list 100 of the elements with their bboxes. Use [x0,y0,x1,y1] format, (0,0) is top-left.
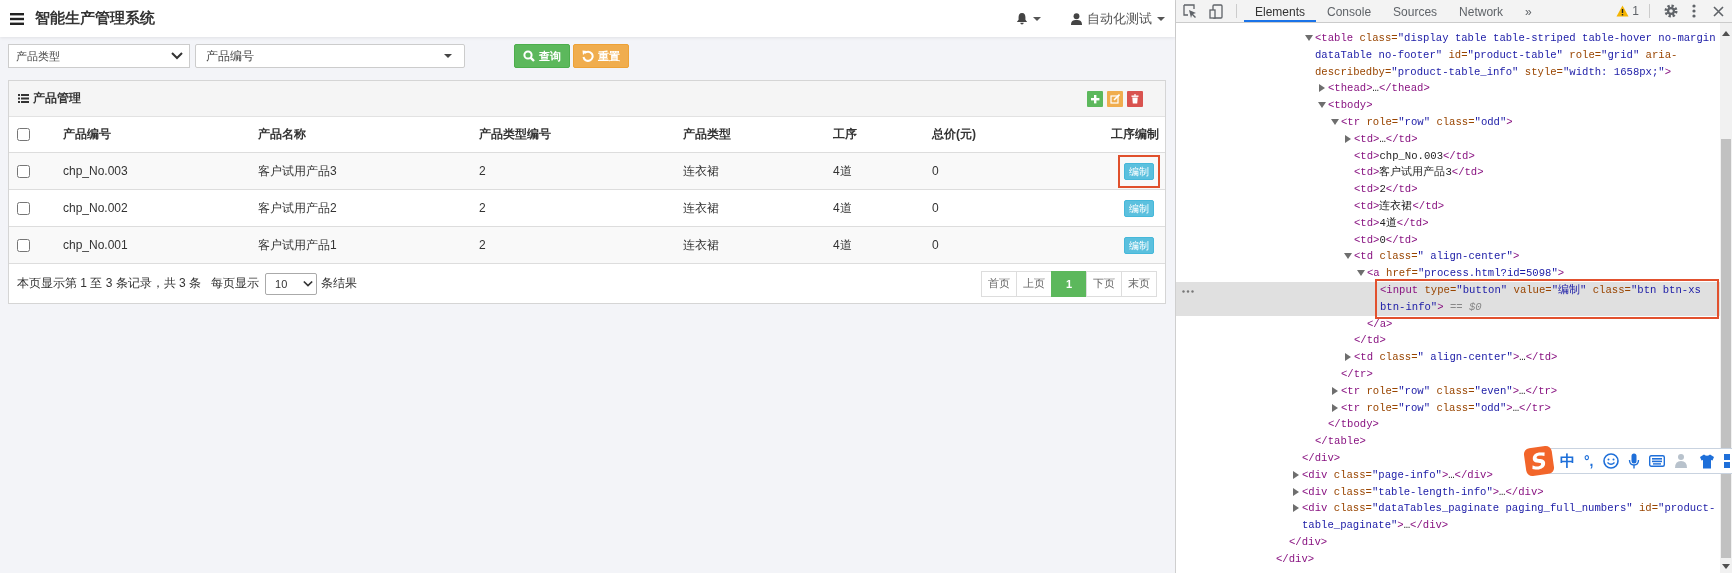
scroll-up-icon[interactable] [1722,31,1730,36]
user-icon [1071,12,1082,25]
devtools-tab[interactable]: Elements [1244,0,1317,22]
page-button[interactable]: 上页 [1016,270,1052,297]
checkbox[interactable] [17,164,30,178]
table-row[interactable]: chp_No.001 客户试用产品1 2 连衣裙 4道 0 编制 [9,227,1165,264]
table-cell-text: 0 [931,164,940,178]
code-line[interactable]: <tbody> [1328,97,1373,114]
punctuation-toggle[interactable]: °, [1584,453,1594,469]
code-line[interactable]: <td>chp_No.003</td> [1354,147,1475,165]
warning-icon[interactable] [1616,5,1630,17]
code-line: </div> [1276,551,1315,567]
more-menu-icon[interactable] [1692,4,1696,18]
expand-triangle-icon[interactable] [1331,386,1339,395]
table-cell-text: 2 [478,238,487,252]
code-line[interactable]: <tr role="row" class="odd"> [1341,114,1513,131]
code-line: </tbody> [1328,417,1379,433]
table-cell-text: chp_No.003 [62,164,129,178]
code-line[interactable]: <td>4道</td> [1354,214,1429,232]
page-size-select[interactable]: 10 [265,272,318,295]
keyboard-icon[interactable] [1648,455,1665,467]
collapse-triangle-icon[interactable] [1357,269,1365,278]
more-tabs-button[interactable]: » [1514,0,1543,22]
product-code-select[interactable]: 产品编号 [195,44,465,68]
expand-triangle-icon[interactable] [1292,504,1300,513]
code-line[interactable]: <td>0</td> [1354,231,1418,249]
table-cell-text: 客户试用产品3 [257,162,338,180]
table-cell-text: 4道 [832,236,853,254]
list-icon [18,94,29,103]
code-line[interactable]: <div class="table-length-info">…</div> [1302,483,1544,501]
inspect-icon[interactable] [1183,3,1198,19]
caret-icon [1033,16,1041,21]
code-line[interactable]: <a href="process.html?id=5098"> [1367,265,1565,282]
code-line[interactable]: <td class=" align-center">…</td> [1354,349,1558,366]
checkbox[interactable] [17,238,30,252]
table-cell-text: 4道 [832,162,853,180]
scrollbar-thumb[interactable] [1721,139,1731,558]
code-line[interactable]: <td class=" align-center"> [1354,248,1520,266]
devtools-tab[interactable]: Console [1316,0,1383,22]
table-cell-text: 0 [931,201,940,215]
user-menu[interactable]: 自动化测试 [1071,9,1165,28]
microphone-icon[interactable] [1627,453,1640,469]
shirt-icon[interactable] [1698,453,1715,469]
devtools-tab[interactable]: Network [1448,0,1515,22]
expand-triangle-icon[interactable] [1292,487,1300,496]
devtools-tab[interactable]: Sources [1382,0,1449,22]
code-line[interactable]: <tr role="row" class="odd">…</tr> [1341,399,1551,417]
input-mode-toggle[interactable]: 中 [1560,451,1575,471]
more-icon[interactable] [1182,289,1194,293]
close-icon[interactable] [1713,5,1724,17]
expand-triangle-icon[interactable] [1344,353,1352,362]
page-button[interactable]: 首页 [981,270,1017,297]
table-cell-text: 连衣裙 [682,162,720,180]
scroll-down-icon[interactable] [1722,564,1730,569]
add-icon [1090,93,1100,104]
device-icon[interactable] [1209,3,1224,19]
warning-count[interactable]: 1 [1632,4,1639,18]
delete-button[interactable] [1127,90,1143,107]
table-cell-text: chp_No.001 [62,238,129,252]
expand-triangle-icon[interactable] [1344,134,1352,143]
page-button[interactable]: 末页 [1121,270,1157,297]
table-cell-text: 2 [478,201,487,215]
caret-icon [1157,16,1165,21]
code-line[interactable]: <tr role="row" class="even">…</tr> [1341,382,1558,400]
trash-icon [1130,93,1140,104]
collapse-triangle-icon[interactable] [1318,101,1326,110]
notifications-button[interactable] [1016,12,1041,25]
column-header: 工序 [832,126,858,143]
bell-icon [1016,12,1028,25]
search-icon [523,50,535,62]
column-header: 工序编制 [1110,126,1160,143]
scrollbar[interactable] [1720,23,1732,573]
code-line[interactable]: <td>2</td> [1354,181,1418,198]
code-line: </td> [1354,333,1386,349]
code-line: </table> [1315,434,1366,450]
expand-triangle-icon[interactable] [1331,403,1339,412]
code-line[interactable]: <table class="display table table-striped table-hover no-margin dataTable no-footer" id="product-table" role="grid" aria-describedby="product-table_info" style="width: 1658px;"> [1315,30,1716,81]
table-row[interactable]: chp_No.003 客户试用产品3 2 连衣裙 4道 0 编制 [9,153,1165,190]
code-line[interactable]: <div class="dataTables_paginate paging_full_numbers" id="product-table_paginate">…</div> [1302,500,1716,534]
settings-icon[interactable] [1664,4,1678,18]
page-button[interactable]: 下页 [1086,270,1122,297]
collapse-triangle-icon[interactable] [1344,252,1352,261]
menu-icon[interactable] [10,12,24,25]
code-line[interactable]: <td>…</td> [1354,130,1418,148]
code-line[interactable]: <thead>…</thead> [1328,80,1430,98]
expand-triangle-icon[interactable] [1292,470,1300,479]
code-line: </div> [1302,450,1341,466]
code-line[interactable]: <td>连衣裙</td> [1354,197,1445,215]
product-type-select[interactable]: 产品类型 [8,44,190,68]
table-cell-text: 0 [931,238,940,252]
checkbox[interactable] [17,128,30,141]
page-size-label: 每页显示 [211,275,260,292]
checkbox[interactable] [17,201,30,215]
smiley-icon[interactable] [1602,453,1619,469]
code-line[interactable]: <input type="button" value="编制" class="btn btn-xs btn-info"> == $0 [1378,281,1716,316]
code-line[interactable]: <td>客户试用产品3</td> [1354,164,1484,182]
collapse-triangle-icon[interactable] [1305,34,1313,42]
expand-triangle-icon[interactable] [1318,84,1326,93]
code-line[interactable]: <div class="page-info">…</div> [1302,466,1493,484]
collapse-triangle-icon[interactable] [1331,118,1339,126]
